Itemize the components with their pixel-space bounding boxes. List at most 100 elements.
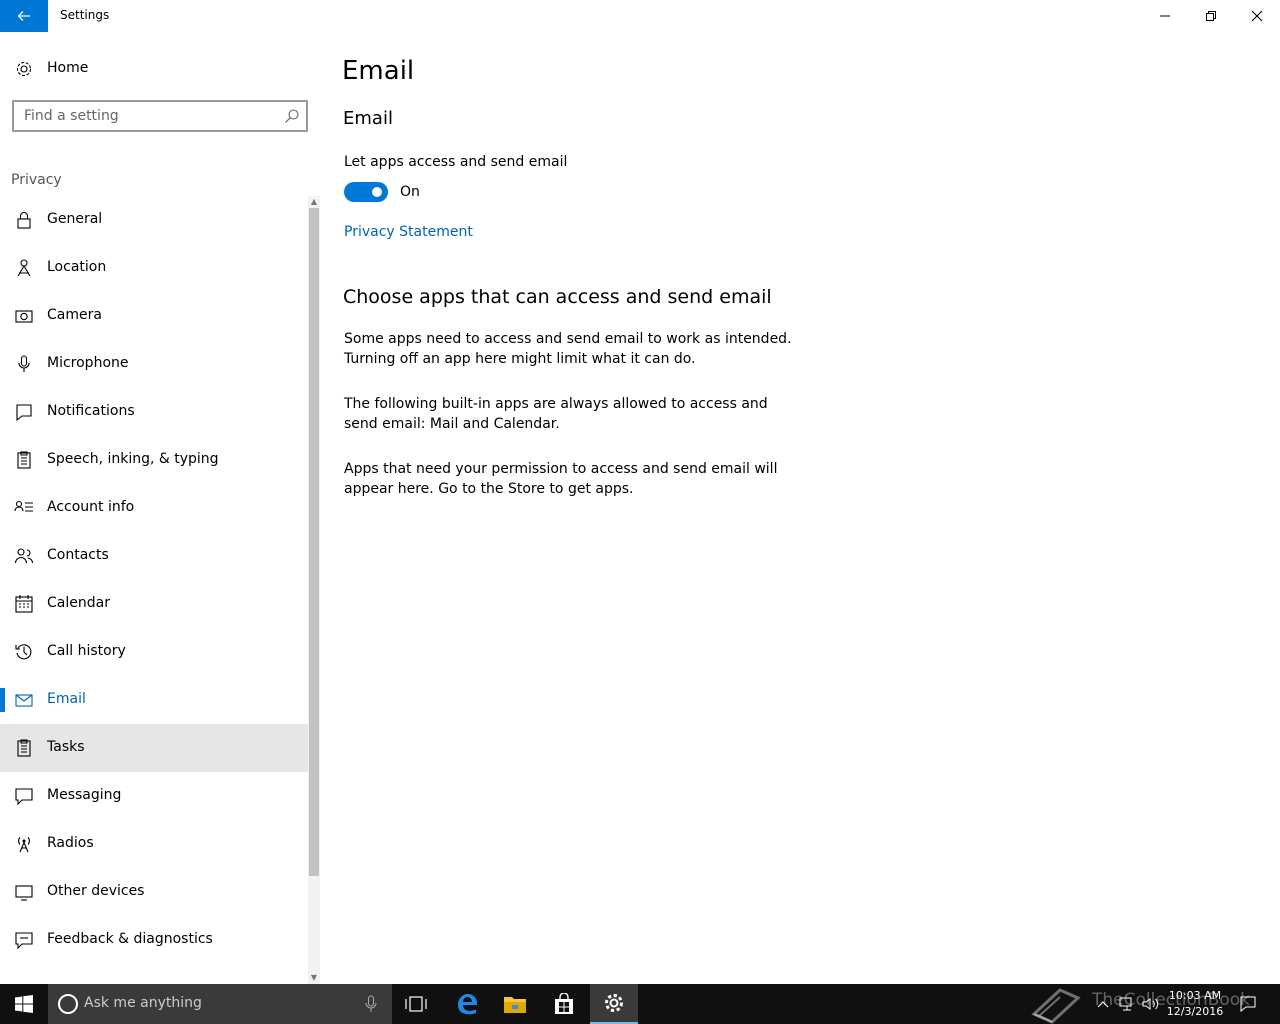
- sidebar-item-email[interactable]: Email: [0, 676, 308, 724]
- lock-icon: [17, 211, 31, 229]
- sidebar-item-microphone[interactable]: Microphone: [0, 340, 308, 388]
- sidebar-item-label: Microphone: [47, 355, 129, 371]
- clock-date: 12/3/2016: [1166, 1005, 1224, 1018]
- network-icon: [1119, 997, 1132, 1011]
- network-button[interactable]: [1116, 984, 1138, 1024]
- start-button[interactable]: [0, 984, 48, 1024]
- page-title: Email: [342, 56, 415, 86]
- volume-button[interactable]: [1140, 984, 1162, 1024]
- email-access-toggle[interactable]: [344, 182, 388, 202]
- task-view-icon: [405, 996, 427, 1012]
- calendar-icon: [15, 595, 33, 613]
- close-icon: [1251, 10, 1263, 22]
- system-clock[interactable]: 10:03 AM 12/3/2016: [1160, 988, 1230, 1020]
- sidebar-item-label: Email: [47, 691, 86, 707]
- title-bar: Settings: [0, 0, 1280, 32]
- back-arrow-icon: [17, 11, 30, 21]
- home-nav-item[interactable]: Home: [0, 52, 308, 86]
- feedback-icon: [15, 932, 33, 950]
- account-info-icon: [14, 500, 33, 512]
- toggle-state-text: On: [400, 184, 420, 200]
- windows-logo-icon: [15, 995, 33, 1013]
- minimize-icon: [1160, 15, 1170, 17]
- close-button[interactable]: [1234, 0, 1280, 32]
- devices-icon: [15, 885, 33, 901]
- sidebar-item-other-devices[interactable]: Other devices: [0, 868, 308, 916]
- sidebar-item-general[interactable]: General: [0, 196, 308, 244]
- book-icon: [1031, 988, 1081, 1024]
- mail-icon: [15, 694, 33, 707]
- sidebar-item-notifications[interactable]: Notifications: [0, 388, 308, 436]
- sidebar-item-label: Call history: [47, 643, 126, 659]
- gear-icon: [16, 61, 32, 77]
- contacts-icon: [14, 548, 34, 564]
- sidebar-item-label: Tasks: [47, 739, 85, 755]
- microphone-icon[interactable]: [364, 995, 378, 1013]
- edge-browser-button[interactable]: [443, 984, 491, 1024]
- toggle-knob: [372, 187, 382, 197]
- restore-icon: [1206, 11, 1216, 21]
- taskbar: Ask me anything TheCollectionBook 10:03 …: [0, 984, 1280, 1024]
- tasks-icon: [17, 739, 31, 757]
- sidebar-item-calendar[interactable]: Calendar: [0, 580, 308, 628]
- sidebar-item-messaging[interactable]: Messaging: [0, 772, 308, 820]
- main-content: Email Email Let apps access and send ema…: [320, 32, 1280, 984]
- sidebar-item-label: Camera: [47, 307, 102, 323]
- notifications-icon: [16, 404, 32, 422]
- privacy-statement-link[interactable]: Privacy Statement: [344, 224, 473, 240]
- volume-icon: [1142, 998, 1159, 1010]
- sidebar: Home Find a setting Privacy General Loca…: [0, 32, 320, 984]
- taskbar-search-placeholder: Ask me anything: [84, 995, 202, 1011]
- restore-button[interactable]: [1188, 0, 1234, 32]
- sidebar-item-location[interactable]: Location: [0, 244, 308, 292]
- window-title: Settings: [60, 8, 110, 22]
- sidebar-item-feedback-diagnostics[interactable]: Feedback & diagnostics: [0, 916, 308, 964]
- settings-search-box[interactable]: Find a setting: [12, 100, 308, 132]
- file-explorer-button[interactable]: [491, 984, 539, 1024]
- sidebar-item-radios[interactable]: Radios: [0, 820, 308, 868]
- notifications-icon: [1240, 996, 1256, 1012]
- sidebar-item-label: Notifications: [47, 403, 135, 419]
- action-center-button[interactable]: [1236, 984, 1260, 1024]
- sidebar-item-label: Feedback & diagnostics: [47, 931, 213, 947]
- settings-taskbar-button[interactable]: [590, 984, 638, 1024]
- edge-icon: [458, 994, 477, 1015]
- sidebar-item-camera[interactable]: Camera: [0, 292, 308, 340]
- toggle-label: Let apps access and send email: [344, 154, 568, 170]
- sidebar-item-speech-inking-typing[interactable]: Speech, inking, & typing: [0, 436, 308, 484]
- location-icon: [17, 259, 31, 277]
- choose-apps-heading: Choose apps that can access and send ema…: [343, 286, 772, 308]
- sidebar-item-tasks[interactable]: Tasks: [0, 724, 308, 772]
- sidebar-scroll-thumb[interactable]: [309, 208, 319, 876]
- sidebar-item-label: Calendar: [47, 595, 110, 611]
- cortana-icon: [58, 994, 78, 1014]
- home-label: Home: [47, 60, 89, 76]
- scroll-up-icon[interactable]: ▲: [309, 196, 319, 208]
- sidebar-item-label: Speech, inking, & typing: [47, 451, 219, 467]
- sidebar-item-label: Other devices: [47, 883, 145, 899]
- sidebar-item-contacts[interactable]: Contacts: [0, 532, 308, 580]
- search-placeholder: Find a setting: [24, 108, 119, 124]
- scroll-down-icon[interactable]: ▼: [309, 972, 319, 984]
- sidebar-item-label: Messaging: [47, 787, 122, 803]
- search-icon[interactable]: [284, 108, 300, 124]
- message-icon: [15, 788, 33, 806]
- clock-time: 10:03 AM: [1168, 989, 1222, 1002]
- store-icon: [555, 993, 573, 1014]
- sidebar-item-label: Location: [47, 259, 107, 275]
- privacy-nav-list: General Location Camera Microphone Notif…: [0, 196, 308, 984]
- sidebar-item-account-info[interactable]: Account info: [0, 484, 308, 532]
- description-paragraph-2: The following built-in apps are always a…: [344, 396, 768, 432]
- back-button[interactable]: [0, 0, 48, 32]
- task-view-button[interactable]: [392, 984, 440, 1024]
- sidebar-item-call-history[interactable]: Call history: [0, 628, 308, 676]
- sidebar-item-label: General: [47, 211, 103, 227]
- history-icon: [15, 644, 32, 660]
- cortana-search-box[interactable]: Ask me anything: [48, 984, 392, 1024]
- minimize-button[interactable]: [1142, 0, 1188, 32]
- gear-icon: [605, 994, 623, 1012]
- clipboard-icon: [17, 451, 31, 469]
- settings-window: Settings Home Find a setting Privacy Gen…: [0, 0, 1280, 984]
- show-hidden-icons-button[interactable]: [1092, 984, 1114, 1024]
- store-button[interactable]: [540, 984, 588, 1024]
